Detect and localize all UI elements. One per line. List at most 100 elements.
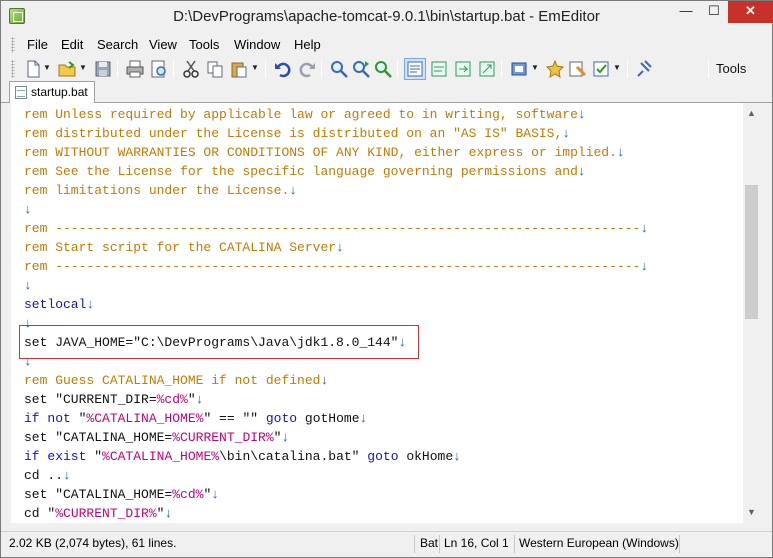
- vertical-scrollbar[interactable]: ▲ ▼: [743, 103, 760, 523]
- status-separator: [414, 535, 415, 553]
- syntax-mode-status[interactable]: Bat: [420, 536, 438, 550]
- word-wrap-icon[interactable]: [404, 58, 426, 80]
- code-line[interactable]: set JAVA_HOME="C:\DevPrograms\Java\jdk1.…: [24, 333, 406, 352]
- code-line[interactable]: rem ------------------------------------…: [24, 257, 648, 276]
- plugin-icon[interactable]: [545, 59, 565, 79]
- undo-icon[interactable]: [273, 59, 293, 79]
- menu-search[interactable]: Search: [97, 37, 138, 52]
- code-line[interactable]: ↓: [24, 276, 32, 295]
- eol-marker: ↓: [281, 430, 290, 445]
- code-token: gotHome: [297, 411, 360, 426]
- print-icon[interactable]: [125, 59, 145, 79]
- code-token: set JAVA_HOME="C:\DevPrograms\Java\jdk1.…: [24, 335, 399, 350]
- replace-icon[interactable]: [373, 59, 393, 79]
- eol-marker: ↓: [336, 240, 344, 255]
- find-icon[interactable]: [329, 59, 349, 79]
- code-line[interactable]: rem Start script for the CATALINA Server…: [24, 238, 344, 257]
- title-bar[interactable]: D:\DevPrograms\apache-tomcat-9.0.1\bin\s…: [1, 1, 773, 31]
- menu-window[interactable]: Window: [234, 37, 280, 52]
- code-line[interactable]: rem ------------------------------------…: [24, 219, 648, 238]
- save-icon[interactable]: [93, 59, 113, 79]
- toolbar-separator: [117, 60, 118, 78]
- pin-icon[interactable]: [635, 59, 655, 79]
- code-line[interactable]: rem distributed under the License is dis…: [24, 124, 570, 143]
- cursor-position-status[interactable]: Ln 16, Col 1: [444, 536, 509, 550]
- new-file-icon[interactable]: [23, 59, 43, 79]
- open-dropdown-icon[interactable]: ▼: [79, 64, 87, 72]
- customize-icon[interactable]: [567, 59, 587, 79]
- minimize-button[interactable]: —: [673, 1, 699, 23]
- code-token: %cd%: [172, 487, 204, 502]
- status-separator: [439, 535, 440, 553]
- print-preview-icon[interactable]: [149, 59, 169, 79]
- menu-edit[interactable]: Edit: [61, 37, 83, 52]
- eol-marker: ↓: [63, 468, 71, 483]
- code-token: setlocal: [24, 297, 87, 312]
- code-line[interactable]: if exist "%CATALINA_HOME%\bin\catalina.b…: [24, 447, 461, 466]
- scroll-up-icon[interactable]: ▲: [743, 105, 760, 122]
- eol-marker: ↓: [320, 373, 329, 388]
- document-icon: [15, 86, 27, 99]
- code-token: goto: [367, 449, 399, 464]
- new-file-dropdown-icon[interactable]: ▼: [43, 64, 51, 72]
- code-line[interactable]: setlocal↓: [24, 295, 94, 314]
- code-line[interactable]: rem See the License for the specific lan…: [24, 162, 586, 181]
- code-line[interactable]: cd "%CURRENT_DIR%"↓: [24, 504, 172, 523]
- code-line[interactable]: if not "%CATALINA_HOME%" == "" goto gotH…: [24, 409, 367, 428]
- marker-icon[interactable]: [509, 59, 529, 79]
- copy-icon[interactable]: [205, 59, 225, 79]
- menu-view[interactable]: View: [149, 37, 177, 52]
- redo-icon[interactable]: [297, 59, 317, 79]
- code-line[interactable]: set "CATALINA_HOME=%cd%"↓: [24, 485, 219, 504]
- code-token: %CURRENT_DIR%: [172, 430, 274, 445]
- code-line[interactable]: rem Guess CATALINA_HOME if not defined↓: [24, 371, 328, 390]
- code-line[interactable]: set "CATALINA_HOME=%CURRENT_DIR%"↓: [24, 428, 289, 447]
- wrap-by-chars-icon[interactable]: [429, 59, 449, 79]
- paste-icon[interactable]: [229, 59, 249, 79]
- scrollbar-thumb[interactable]: [745, 185, 758, 319]
- code-line[interactable]: ↓: [24, 314, 32, 333]
- wrap-by-window-icon[interactable]: [453, 59, 473, 79]
- code-line[interactable]: set "CURRENT_DIR=%cd%"↓: [24, 390, 203, 409]
- code-token: if not: [24, 411, 79, 426]
- code-line[interactable]: cd ..↓: [24, 466, 71, 485]
- cut-icon[interactable]: [181, 59, 201, 79]
- eol-marker: ↓: [24, 278, 32, 293]
- code-line[interactable]: rem WITHOUT WARRANTIES OR CONDITIONS OF …: [24, 143, 625, 162]
- paste-dropdown-icon[interactable]: ▼: [251, 64, 259, 72]
- tools-toolbar-label[interactable]: Tools: [716, 61, 746, 76]
- code-token: set "CURRENT_DIR=: [24, 392, 157, 407]
- scroll-down-icon[interactable]: ▼: [743, 504, 760, 521]
- code-token: set "CATALINA_HOME=: [24, 487, 173, 502]
- config-icon[interactable]: [591, 59, 611, 79]
- toolbar-separator: [501, 60, 502, 78]
- code-token: goto: [265, 411, 298, 426]
- code-line[interactable]: rem Unless required by applicable law or…: [24, 105, 586, 124]
- code-line[interactable]: rem limitations under the License.↓: [24, 181, 297, 200]
- tab-startup-bat[interactable]: startup.bat: [9, 81, 95, 103]
- toolbar-grip[interactable]: [11, 60, 15, 78]
- text-editor[interactable]: rem Unless required by applicable law or…: [11, 103, 759, 523]
- eol-marker: ↓: [24, 316, 32, 331]
- menu-file[interactable]: File: [27, 37, 48, 52]
- code-token: set "CATALINA_HOME=: [24, 430, 173, 445]
- maximize-button[interactable]: ☐: [701, 1, 727, 23]
- config-dropdown-icon[interactable]: ▼: [613, 64, 621, 72]
- marker-dropdown-icon[interactable]: ▼: [531, 64, 539, 72]
- code-line[interactable]: ↓: [24, 200, 32, 219]
- wrap-by-page-icon[interactable]: [477, 59, 497, 79]
- encoding-status[interactable]: Western European (Windows): [519, 536, 679, 550]
- menu-tools[interactable]: Tools: [189, 37, 219, 52]
- menubar-grip[interactable]: [11, 37, 15, 53]
- menu-help[interactable]: Help: [294, 37, 321, 52]
- code-token: " == "": [203, 411, 266, 426]
- close-button[interactable]: ✕: [728, 1, 773, 23]
- code-line[interactable]: ↓: [24, 352, 32, 371]
- open-folder-icon[interactable]: [57, 59, 77, 79]
- code-token: cd ": [24, 506, 56, 521]
- code-token: %CURRENT_DIR%: [55, 506, 157, 521]
- file-size-status: 2.02 KB (2,074 bytes), 61 lines.: [9, 536, 177, 550]
- eol-marker: ↓: [562, 126, 571, 141]
- code-token: rem limitations under the License.: [24, 183, 290, 198]
- find-next-icon[interactable]: [351, 59, 371, 79]
